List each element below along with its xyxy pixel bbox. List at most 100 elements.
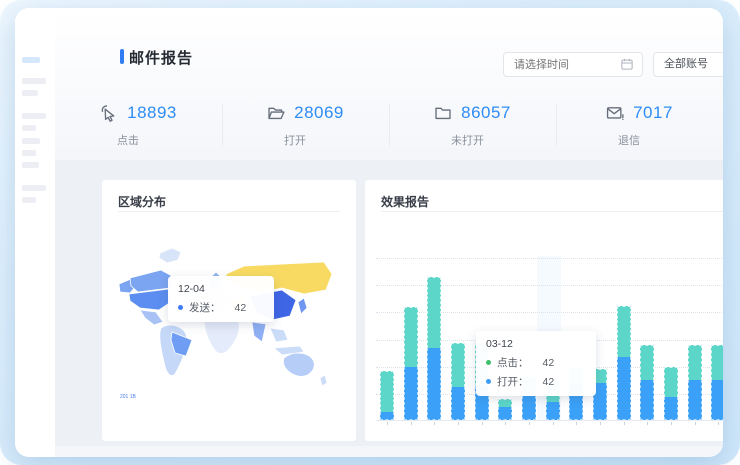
x-axis-tick xyxy=(482,422,483,425)
title-accent-bar xyxy=(120,49,124,64)
x-axis-tick xyxy=(600,422,601,425)
sidebar-item[interactable] xyxy=(22,162,39,168)
stat-bounced: 7017 退信 xyxy=(556,100,723,152)
map-region-canada xyxy=(130,270,172,292)
x-axis-tick xyxy=(434,422,435,425)
stat-divider xyxy=(556,104,557,146)
bar-segment-open[interactable] xyxy=(617,357,631,420)
account-select[interactable]: 全部账号 xyxy=(653,52,723,77)
stacked-bar[interactable] xyxy=(427,277,441,420)
sidebar-item[interactable] xyxy=(22,138,40,144)
x-axis-tick xyxy=(411,422,412,425)
x-axis-tick xyxy=(387,422,388,425)
bar-segment-open[interactable] xyxy=(711,380,723,420)
x-axis-tick xyxy=(458,422,459,425)
effect-panel: 效果报告 03-12 点击： 42 xyxy=(365,180,723,441)
stat-opened: 28069 打开 xyxy=(222,100,389,152)
bar-segment-open[interactable] xyxy=(498,407,512,420)
sidebar-item[interactable] xyxy=(22,90,38,96)
series-dot xyxy=(486,360,491,365)
bar-segment-open[interactable] xyxy=(640,380,654,420)
stacked-bar[interactable] xyxy=(404,307,418,420)
account-select-value: 全部账号 xyxy=(664,58,708,70)
stat-divider xyxy=(222,104,223,146)
tooltip-series: 发送： xyxy=(189,300,221,315)
stat-value: 7017 xyxy=(633,103,673,123)
region-panel-title: 区域分布 xyxy=(118,193,166,210)
tooltip-value: 42 xyxy=(543,376,555,388)
bar-segment-click[interactable] xyxy=(617,306,631,357)
sidebar-item[interactable] xyxy=(22,185,46,191)
stat-value: 18893 xyxy=(127,103,177,123)
map-region-mexico xyxy=(140,310,163,325)
x-axis-line xyxy=(376,420,723,421)
bar-segment-click[interactable] xyxy=(498,399,512,407)
x-axis-tick xyxy=(718,422,719,425)
page-title: 邮件报告 xyxy=(129,47,193,68)
tooltip-date: 12-04 xyxy=(178,283,264,295)
sidebar-item[interactable] xyxy=(22,78,46,84)
bar-segment-open[interactable] xyxy=(546,402,560,420)
bar-segment-open[interactable] xyxy=(451,387,465,420)
bar-segment-click[interactable] xyxy=(380,371,394,412)
bar-segment-open[interactable] xyxy=(404,367,418,420)
stat-label: 打开 xyxy=(284,132,306,148)
stacked-bar[interactable] xyxy=(451,343,465,420)
folder-open-icon xyxy=(267,104,285,122)
stacked-bar[interactable] xyxy=(688,345,702,420)
panel-title-divider xyxy=(118,211,340,212)
sidebar-item-active[interactable] xyxy=(22,57,40,63)
x-axis-tick xyxy=(576,422,577,425)
stacked-bar[interactable] xyxy=(380,371,394,420)
stat-label: 点击 xyxy=(117,132,139,148)
bar-segment-click[interactable] xyxy=(640,345,654,380)
bar-segment-click[interactable] xyxy=(688,345,702,380)
series-dot xyxy=(486,379,491,384)
stat-divider xyxy=(389,104,390,146)
x-axis-tick xyxy=(695,422,696,425)
app-window: 邮件报告 全部账号 18893 xyxy=(15,8,723,457)
sidebar-item[interactable] xyxy=(22,150,36,156)
stacked-bar[interactable] xyxy=(617,306,631,420)
main-content: 邮件报告 全部账号 18893 xyxy=(55,8,723,457)
sidebar-item[interactable] xyxy=(22,197,36,203)
tooltip-series: 打开： xyxy=(497,374,529,389)
sidebar-item[interactable] xyxy=(22,125,36,131)
stat-label: 未打开 xyxy=(451,132,484,148)
stacked-bar[interactable] xyxy=(664,367,678,420)
series-dot xyxy=(178,305,183,310)
stat-value: 86057 xyxy=(461,103,511,123)
bar-segment-open[interactable] xyxy=(688,380,702,420)
sidebar xyxy=(15,8,55,457)
bar-segment-open[interactable] xyxy=(427,348,441,420)
sidebar-item[interactable] xyxy=(22,113,46,119)
bar-segment-click[interactable] xyxy=(404,307,418,367)
stat-value: 28069 xyxy=(294,103,344,123)
bar-segment-click[interactable] xyxy=(711,345,723,380)
cursor-click-icon xyxy=(100,104,118,122)
map-region-australia xyxy=(283,353,314,376)
mail-error-icon xyxy=(606,104,624,122)
bar-segment-open[interactable] xyxy=(522,396,536,420)
map-tooltip: 12-04 发送： 42 xyxy=(168,276,274,322)
map-region-greenland xyxy=(159,248,181,263)
gridline xyxy=(376,258,723,259)
map-region-india xyxy=(252,322,266,342)
map-region-new-zealand xyxy=(320,375,327,386)
x-axis-tick xyxy=(529,422,530,425)
bar-segment-click[interactable] xyxy=(451,343,465,387)
stacked-bar[interactable] xyxy=(640,345,654,420)
calendar-icon xyxy=(621,58,633,70)
bar-segment-click[interactable] xyxy=(664,367,678,397)
bar-segment-open[interactable] xyxy=(380,412,394,420)
bar-segment-click[interactable] xyxy=(427,277,441,348)
map-region-southeast-asia xyxy=(270,328,288,342)
bar-segment-open[interactable] xyxy=(664,397,678,420)
stat-clicks: 18893 点击 xyxy=(55,100,222,152)
stacked-bar[interactable] xyxy=(498,399,512,420)
x-axis-tick xyxy=(671,422,672,425)
stat-unopened: 86057 未打开 xyxy=(389,100,556,152)
chart-tooltip: 03-12 点击： 42 打开： 42 xyxy=(476,331,596,396)
tooltip-value: 42 xyxy=(543,357,555,369)
stacked-bar[interactable] xyxy=(711,345,723,420)
